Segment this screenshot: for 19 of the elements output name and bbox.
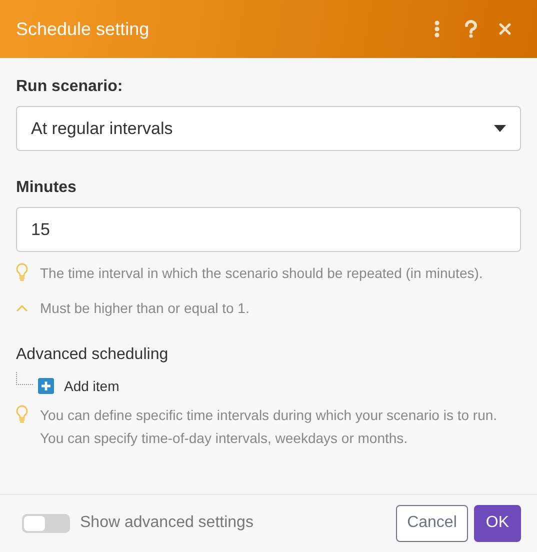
add-item-button[interactable]: Add item	[38, 378, 120, 394]
lightbulb-icon	[16, 263, 28, 281]
cancel-button[interactable]: Cancel	[396, 504, 468, 542]
caret-icon	[494, 125, 506, 132]
chevron-up-icon	[16, 304, 28, 312]
ok-button[interactable]: OK	[474, 504, 521, 542]
toggle-label: Show advanced settings	[80, 514, 254, 532]
hint-text: You can define specific time intervals during which your scenario is to run. You can specify time-of-day intervals, weekdays or months.	[40, 406, 498, 448]
plus-icon	[38, 378, 54, 394]
hint-text: The time interval in which the scenario should be repeated (in minutes).	[40, 264, 483, 283]
dropdown-field[interactable]: At regular intervals	[16, 106, 521, 151]
lightbulb-icon	[16, 405, 28, 423]
input-field[interactable]: 15	[16, 207, 521, 252]
field-label: Run scenario:	[16, 78, 124, 96]
window-title: Schedule setting	[16, 18, 150, 40]
toggle-switch[interactable]	[22, 514, 70, 532]
field-label: Minutes	[16, 179, 78, 197]
section-label: Advanced scheduling	[16, 346, 170, 364]
validation-text: Must be higher than or equal to 1.	[40, 300, 250, 316]
